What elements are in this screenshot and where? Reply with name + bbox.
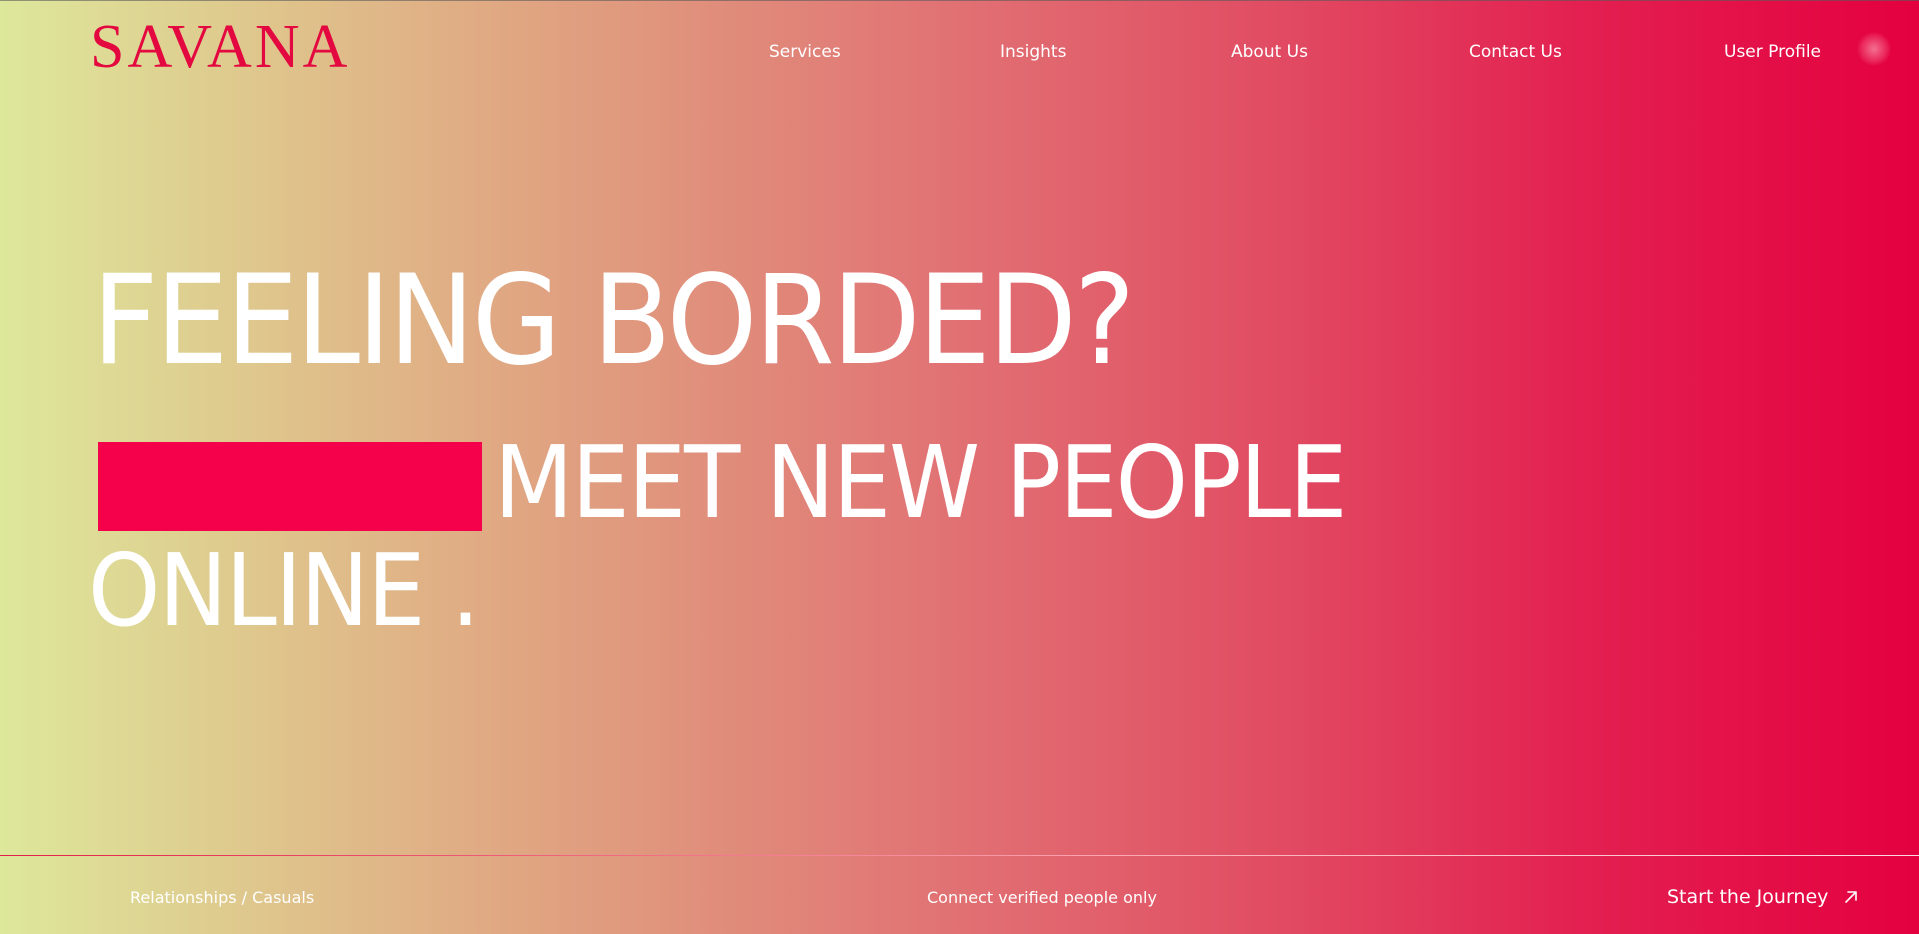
hero-subline-online: ONLINE .	[88, 532, 480, 649]
arrow-up-right-icon	[1844, 890, 1858, 904]
nav-contact-us[interactable]: Contact Us	[1469, 42, 1562, 62]
footer-divider	[0, 855, 1919, 856]
nav-insights[interactable]: Insights	[1000, 42, 1066, 62]
nav-user-profile[interactable]: User Profile	[1724, 42, 1821, 62]
top-border	[0, 0, 1919, 1]
nav-about-us[interactable]: About Us	[1231, 42, 1308, 62]
nav-services[interactable]: Services	[769, 42, 841, 62]
footer-category-text: Relationships / Casuals	[130, 888, 315, 907]
start-journey-button[interactable]: Start the Journey	[1667, 886, 1858, 908]
highlight-block	[98, 442, 482, 531]
footer-tagline: Connect verified people only	[927, 888, 1157, 907]
start-journey-label: Start the Journey	[1667, 886, 1829, 908]
avatar[interactable]	[1857, 32, 1891, 66]
logo[interactable]: SAVANA	[90, 16, 350, 78]
hero-subline-meet-new-people: MEET NEW PEOPLE	[494, 424, 1347, 541]
hero-headline: FEELING BORDED?	[92, 249, 1135, 393]
